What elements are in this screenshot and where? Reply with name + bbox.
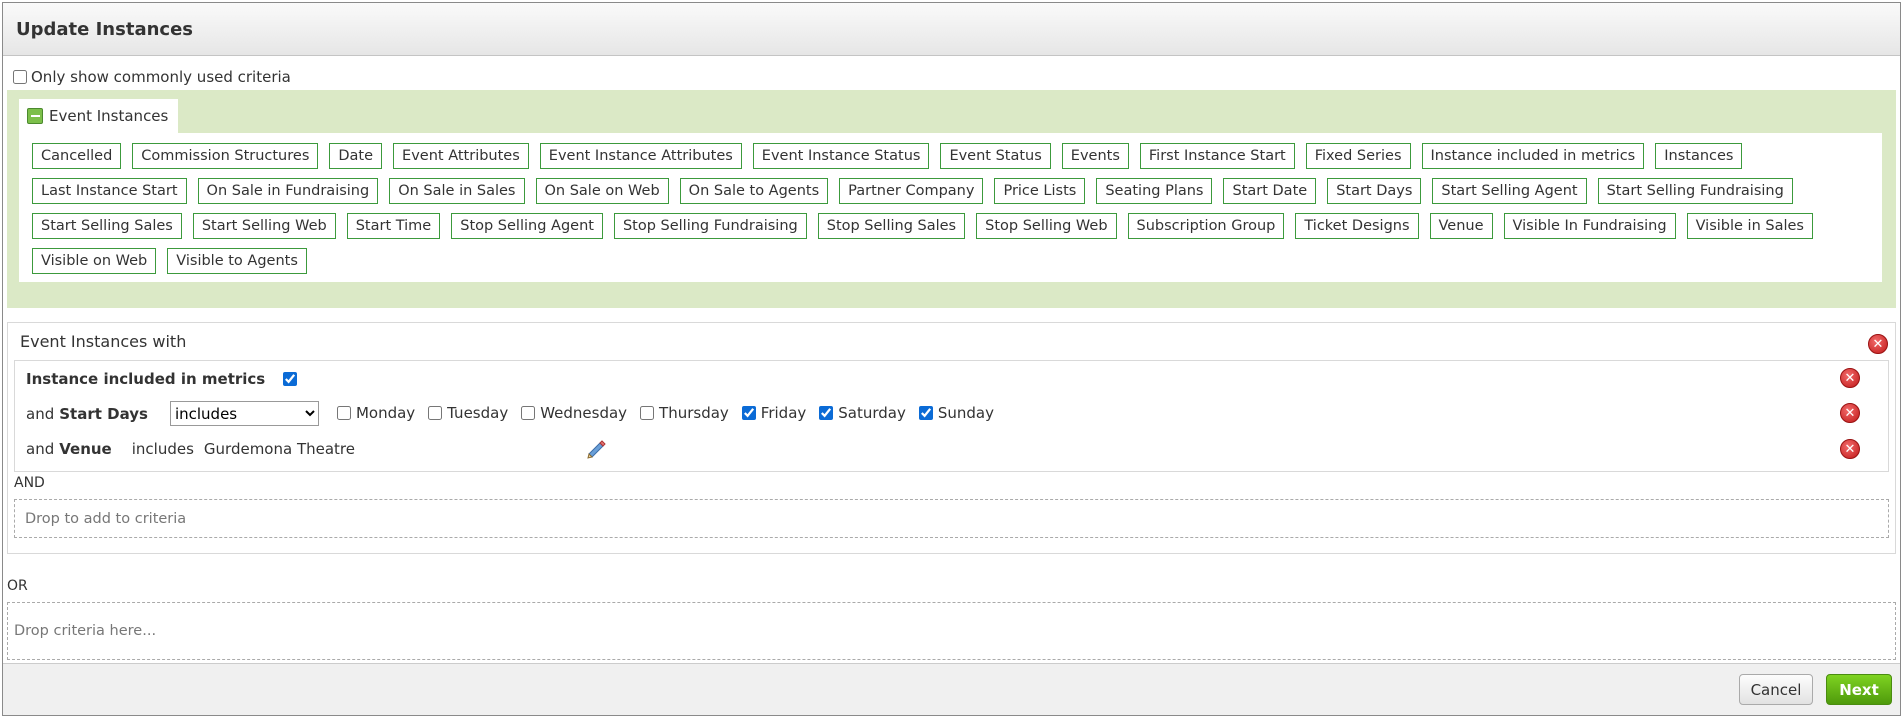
- instance-included-checkbox[interactable]: [283, 371, 298, 386]
- dialog-titlebar: Update Instances: [3, 3, 1900, 56]
- day-label: Saturday: [838, 403, 906, 422]
- day-option[interactable]: Tuesday: [428, 404, 508, 422]
- day-option[interactable]: Friday: [741, 403, 807, 422]
- day-checkbox[interactable]: [918, 405, 933, 420]
- day-checkbox[interactable]: [640, 405, 655, 420]
- common-criteria-option: Only show commonly used criteria: [7, 56, 1896, 90]
- common-criteria-label: Only show commonly used criteria: [31, 68, 291, 86]
- criteria-chip[interactable]: Events: [1061, 143, 1129, 169]
- criteria-chip[interactable]: Stop Selling Sales: [817, 213, 966, 239]
- dialog-footer: Cancel Next: [3, 663, 1900, 715]
- day-label: Friday: [760, 403, 807, 422]
- day-label: Tuesday: [447, 403, 509, 422]
- rule-label: Start Days: [59, 404, 148, 423]
- criteria-chip[interactable]: Instance included in metrics: [1421, 143, 1645, 169]
- criteria-chip[interactable]: Visible in Sales: [1686, 213, 1813, 239]
- day-option[interactable]: Wednesday: [521, 404, 627, 422]
- criteria-chip[interactable]: Visible to Agents: [167, 248, 307, 274]
- criteria-chip[interactable]: Start Days: [1327, 178, 1422, 204]
- criteria-chip[interactable]: Stop Selling Fundraising: [613, 213, 807, 239]
- criteria-chip[interactable]: On Sale in Sales: [389, 178, 525, 204]
- day-checkbox[interactable]: [521, 405, 536, 420]
- criteria-chip[interactable]: Partner Company: [839, 178, 984, 204]
- day-checkbox[interactable]: [336, 405, 351, 420]
- drop-criteria-zone[interactable]: Drop to add to criteria: [14, 499, 1889, 538]
- criteria-chip[interactable]: Start Selling Agent: [1432, 178, 1587, 204]
- criteria-chip[interactable]: First Instance Start: [1139, 143, 1295, 169]
- day-label: Sunday: [937, 403, 995, 422]
- criteria-chip[interactable]: Price Lists: [994, 178, 1086, 204]
- criteria-chip[interactable]: On Sale in Fundraising: [197, 178, 379, 204]
- group-title: Event Instances with: [20, 332, 187, 351]
- criteria-chip[interactable]: Seating Plans: [1096, 178, 1213, 204]
- criteria-chip-list: Cancelled Commission Structures Date Event …: [19, 133, 1882, 282]
- criteria-chip[interactable]: Date: [329, 143, 383, 169]
- remove-rule-icon[interactable]: ✕: [1840, 439, 1860, 459]
- tab-event-instances[interactable]: Event Instances: [19, 99, 179, 133]
- dialog-title: Update Instances: [16, 18, 193, 40]
- criteria-chip[interactable]: Event Instance Status: [752, 143, 930, 169]
- criteria-chip[interactable]: Commission Structures: [132, 143, 319, 169]
- tab-label: Event Instances: [49, 107, 169, 125]
- remove-group-icon[interactable]: ✕: [1868, 334, 1888, 354]
- criteria-chip[interactable]: Start Time: [346, 213, 441, 239]
- rule-instance-included: Instance included in metrics ✕: [15, 361, 1888, 396]
- criteria-chip[interactable]: Start Date: [1223, 178, 1317, 204]
- common-criteria-checkbox[interactable]: [13, 70, 27, 84]
- criteria-chip[interactable]: Cancelled: [32, 143, 122, 169]
- day-label: Thursday: [659, 403, 729, 422]
- criteria-chip[interactable]: Event Attributes: [393, 143, 529, 169]
- criteria-chip[interactable]: On Sale to Agents: [679, 178, 829, 204]
- rule-prefix: and: [26, 404, 55, 423]
- criteria-chip[interactable]: Event Status: [940, 143, 1051, 169]
- cancel-button[interactable]: Cancel: [1739, 674, 1813, 705]
- or-label: OR: [7, 578, 28, 594]
- drop-criteria-outer-zone[interactable]: Drop criteria here...: [7, 602, 1896, 660]
- day-option[interactable]: Saturday: [819, 404, 906, 422]
- start-days-operator-select[interactable]: includesexcludes: [169, 401, 319, 426]
- rule-list: Instance included in metrics ✕ and Start…: [14, 360, 1889, 472]
- criteria-chip[interactable]: Venue: [1429, 213, 1493, 239]
- day-checkbox[interactable]: [428, 405, 443, 420]
- day-option[interactable]: Monday: [336, 403, 416, 422]
- criteria-chip[interactable]: Start Selling Fundraising: [1597, 178, 1793, 204]
- dialog-content: Only show commonly used criteria Event I…: [3, 56, 1900, 660]
- day-checkbox[interactable]: [819, 405, 834, 420]
- criteria-panel: Event Instances Cancelled Commission Stru…: [7, 90, 1896, 308]
- criteria-chip[interactable]: Stop Selling Web: [976, 213, 1117, 239]
- criteria-chip[interactable]: Start Selling Sales: [32, 213, 182, 239]
- update-instances-dialog: Update Instances Only show commonly used…: [2, 2, 1901, 716]
- rule-start-days: and Start Days includesexcludes Monday Tu…: [15, 396, 1888, 431]
- remove-rule-icon[interactable]: ✕: [1840, 368, 1860, 388]
- day-option[interactable]: Sunday: [918, 403, 995, 422]
- day-label: Wednesday: [540, 403, 628, 422]
- criteria-chip[interactable]: Visible In Fundraising: [1503, 213, 1676, 239]
- criteria-chip[interactable]: Visible on Web: [32, 248, 157, 274]
- day-checkbox-group: Monday Tuesday Wednesday Thursday Friday Satu…: [336, 403, 1007, 424]
- criteria-chip[interactable]: Ticket Designs: [1295, 213, 1419, 239]
- rule-label: Instance included in metrics: [26, 369, 266, 388]
- collapse-minus-icon[interactable]: [27, 108, 43, 124]
- next-button[interactable]: Next: [1826, 674, 1892, 705]
- day-option[interactable]: Thursday: [640, 404, 729, 422]
- rule-label: Venue: [59, 439, 112, 458]
- criteria-chip[interactable]: Fixed Series: [1305, 143, 1411, 169]
- criteria-chip[interactable]: Event Instance Attributes: [539, 143, 742, 169]
- venue-operator: includes: [131, 439, 194, 458]
- criteria-chip[interactable]: Stop Selling Agent: [451, 213, 603, 239]
- venue-value: Gurdemona Theatre: [203, 439, 355, 458]
- criteria-chip[interactable]: Start Selling Web: [192, 213, 336, 239]
- criteria-chip[interactable]: Subscription Group: [1127, 213, 1285, 239]
- rule-prefix: and: [26, 439, 55, 458]
- criteria-chip[interactable]: Instances: [1655, 143, 1743, 169]
- criteria-group: Event Instances with ✕ Instance included…: [7, 322, 1896, 554]
- remove-rule-icon[interactable]: ✕: [1840, 403, 1860, 423]
- rule-venue: and Venue includes Gurdemona Theatre ✕: [15, 431, 1888, 466]
- edit-pencil-icon[interactable]: [584, 437, 608, 461]
- criteria-chip[interactable]: Last Instance Start: [32, 178, 187, 204]
- and-label: AND: [14, 475, 45, 491]
- criteria-chip[interactable]: On Sale on Web: [535, 178, 669, 204]
- day-checkbox[interactable]: [741, 405, 756, 420]
- day-label: Monday: [355, 403, 416, 422]
